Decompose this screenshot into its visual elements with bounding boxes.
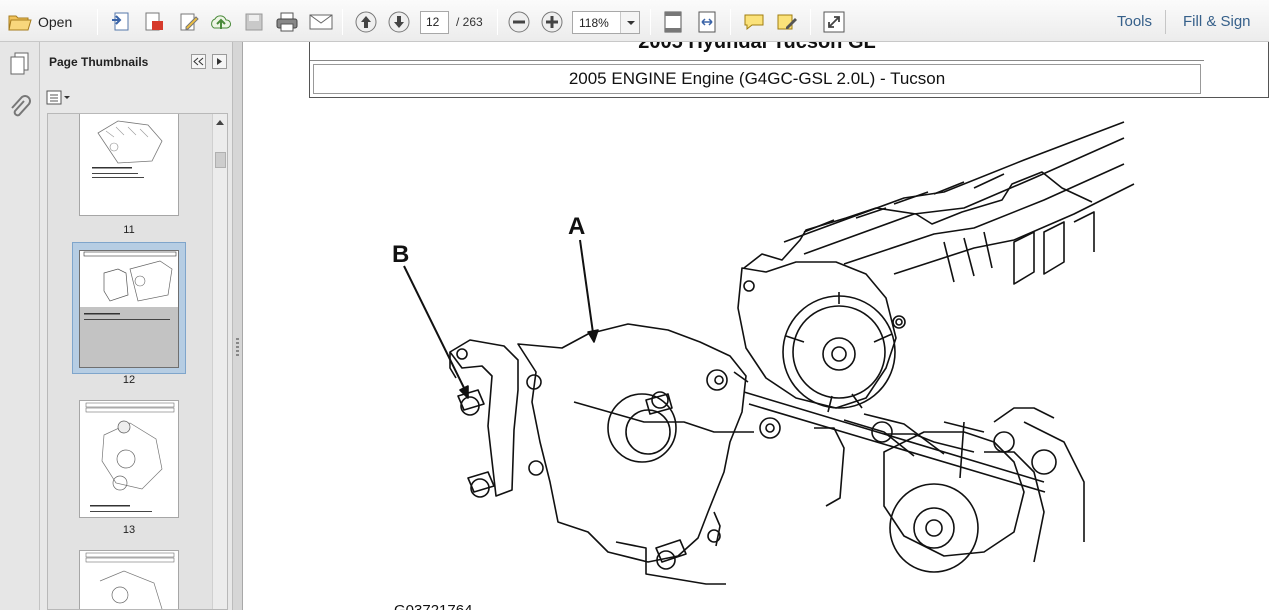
thumbnail-list: 11 12 13 bbox=[47, 113, 228, 610]
export-pdf-icon bbox=[145, 12, 163, 31]
paperclip-icon bbox=[11, 95, 31, 117]
fullscreen-icon bbox=[823, 11, 845, 33]
thumbnail-label: 12 bbox=[122, 374, 136, 386]
engine-timing-cover-diagram: A B bbox=[392, 121, 1135, 585]
thumbnail-image bbox=[92, 120, 163, 178]
pages-icon bbox=[10, 52, 29, 75]
fit-page-button[interactable] bbox=[660, 9, 686, 35]
print-button[interactable] bbox=[273, 9, 301, 35]
comment-button[interactable] bbox=[741, 9, 767, 35]
chevron-right-icon bbox=[217, 58, 222, 65]
thumbnail-page[interactable] bbox=[79, 114, 179, 216]
zoom-value: 118% bbox=[579, 16, 609, 30]
open-button[interactable]: Open bbox=[8, 9, 72, 35]
save-button[interactable] bbox=[241, 9, 267, 35]
thumbnail-page[interactable] bbox=[79, 250, 179, 368]
fit-width-button[interactable] bbox=[694, 9, 720, 35]
next-page-icon bbox=[388, 11, 410, 33]
thumbnail-page[interactable] bbox=[79, 400, 179, 518]
edit-icon bbox=[180, 13, 199, 31]
tools-button[interactable]: Tools bbox=[1117, 13, 1152, 30]
upload-button[interactable] bbox=[208, 9, 234, 35]
highlight-button[interactable] bbox=[774, 9, 800, 35]
edit-button[interactable] bbox=[176, 9, 202, 35]
email-button[interactable] bbox=[307, 9, 335, 35]
open-folder-icon bbox=[8, 15, 32, 31]
fit-page-icon bbox=[664, 11, 682, 33]
panel-title: Page Thumbnails bbox=[49, 55, 149, 69]
next-page-button[interactable] bbox=[386, 9, 412, 35]
page-thumbnails-toggle[interactable] bbox=[8, 51, 32, 80]
prev-page-button[interactable] bbox=[353, 9, 379, 35]
scroll-up-icon[interactable] bbox=[216, 120, 224, 125]
double-chevron-left-icon bbox=[193, 57, 204, 66]
comment-icon bbox=[744, 14, 764, 31]
open-label: Open bbox=[38, 14, 73, 30]
figure-id: G03721764 bbox=[394, 602, 472, 610]
zoom-out-button[interactable] bbox=[506, 9, 532, 35]
thumbnail-image bbox=[85, 552, 175, 609]
callout-label-a: A bbox=[568, 213, 585, 240]
prev-page-icon bbox=[355, 11, 377, 33]
fill-sign-button[interactable]: Fill & Sign bbox=[1183, 13, 1251, 30]
create-pdf-button[interactable] bbox=[108, 9, 134, 35]
attachments-toggle[interactable] bbox=[9, 95, 31, 126]
callout-label-b: B bbox=[392, 241, 409, 268]
zoom-select[interactable]: 118% bbox=[572, 11, 640, 34]
thumbnail-options-button[interactable] bbox=[46, 90, 72, 106]
thumbnail-page[interactable] bbox=[79, 550, 179, 609]
export-pdf-button[interactable] bbox=[141, 9, 167, 35]
main-toolbar: Open 12 / 263 118% Tools Fill & Sign bbox=[0, 0, 1269, 42]
thumbnail-scrollbar[interactable] bbox=[212, 114, 227, 609]
page-total: / 263 bbox=[456, 15, 483, 29]
zoom-in-icon bbox=[541, 11, 563, 33]
expand-panel-button[interactable] bbox=[212, 54, 227, 69]
options-menu-icon bbox=[46, 90, 70, 105]
thumbnail-image bbox=[85, 402, 175, 512]
fullscreen-button[interactable] bbox=[821, 9, 847, 35]
upload-cloud-icon bbox=[211, 15, 231, 29]
thumbnail-label: 13 bbox=[122, 524, 136, 536]
thumbnail-label: 11 bbox=[123, 224, 135, 236]
scrollbar-thumb[interactable] bbox=[215, 152, 226, 168]
navigation-rail bbox=[0, 42, 40, 610]
panel-splitter[interactable] bbox=[233, 42, 243, 610]
zoom-in-button[interactable] bbox=[539, 9, 565, 35]
email-icon bbox=[309, 14, 333, 30]
page-number-input[interactable]: 12 bbox=[420, 11, 449, 34]
document-view[interactable]: 2005 Hyundai Tucson GL 2005 ENGINE Engin… bbox=[244, 42, 1269, 610]
create-pdf-icon bbox=[112, 12, 129, 31]
collapse-panel-button[interactable] bbox=[191, 54, 206, 69]
fit-width-icon bbox=[698, 11, 716, 33]
thumbnail-image bbox=[80, 251, 178, 320]
save-icon bbox=[245, 13, 263, 31]
highlight-icon bbox=[777, 14, 797, 30]
print-icon bbox=[276, 12, 298, 32]
zoom-out-icon bbox=[508, 11, 530, 33]
chevron-down-icon[interactable] bbox=[620, 12, 639, 33]
thumbnails-panel: Page Thumbnails 11 12 13 bbox=[40, 42, 233, 610]
